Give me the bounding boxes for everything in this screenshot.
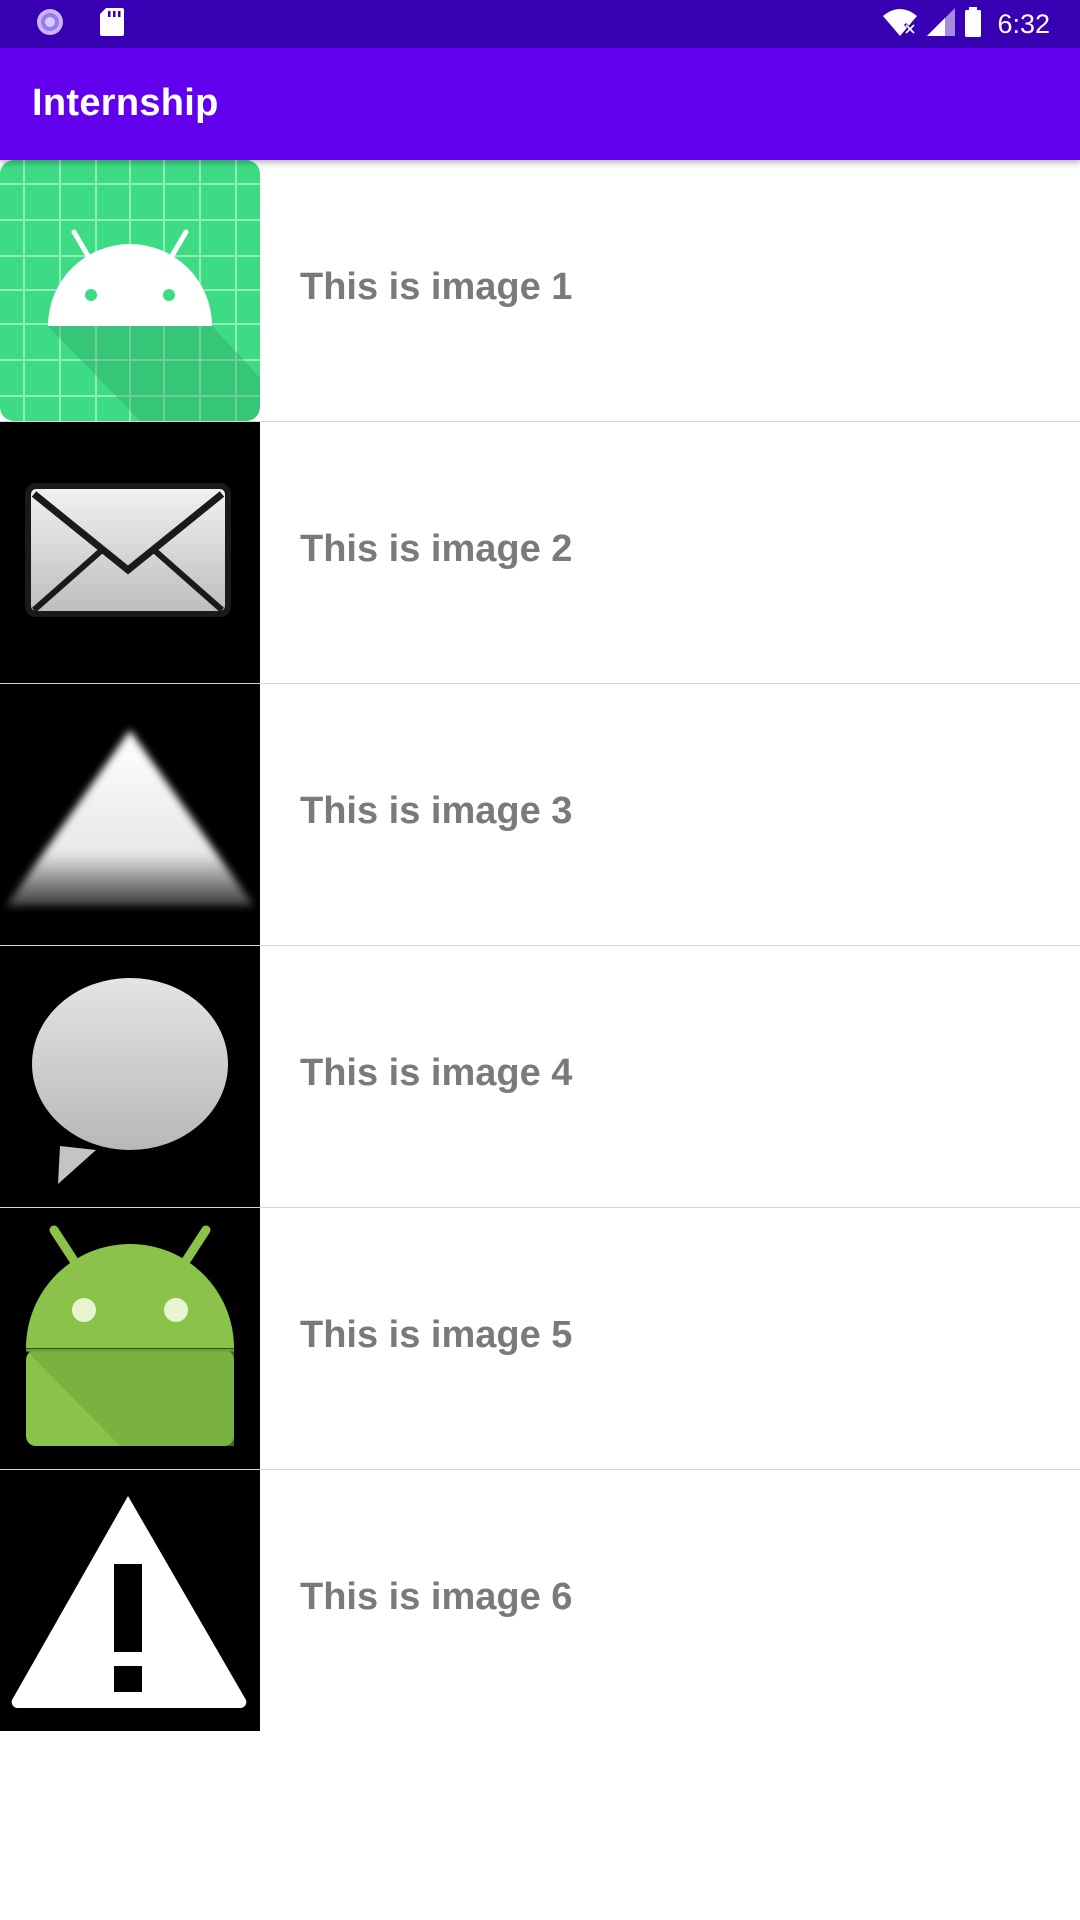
list-item-label: This is image 3: [300, 790, 573, 832]
list-item[interactable]: This is image 4: [0, 946, 1080, 1208]
list-item-label: This is image 5: [300, 1314, 573, 1356]
warning-icon: [0, 1470, 260, 1731]
list-item[interactable]: This is image 2: [0, 422, 1080, 684]
status-left-icons: [36, 7, 124, 41]
sd-card-icon: [100, 7, 124, 41]
app-indicator-icon: [36, 8, 64, 41]
list-item[interactable]: This is image 3: [0, 684, 1080, 946]
wifi-icon: [883, 8, 918, 41]
signal-icon: [927, 7, 956, 41]
status-right-icons: 6:32: [883, 6, 1050, 42]
list-item[interactable]: This is image 6: [0, 1470, 1080, 1732]
email-icon: [0, 422, 260, 683]
chat-bubble-icon: [0, 946, 260, 1207]
list-item-label: This is image 4: [300, 1052, 573, 1094]
triangle-up-icon: [0, 684, 260, 945]
list-item[interactable]: This is image 5: [0, 1208, 1080, 1470]
list-item-label: This is image 1: [300, 266, 573, 308]
android-launcher-icon: [0, 160, 260, 421]
list-item-label: This is image 2: [300, 528, 573, 570]
status-time: 6:32: [997, 8, 1050, 39]
image-list: This is image 1 This is image 2 This is …: [0, 160, 1080, 1732]
android-robot-icon: [0, 1208, 260, 1469]
app-bar: Internship: [0, 48, 1080, 160]
list-item[interactable]: This is image 1: [0, 160, 1080, 422]
list-item-label: This is image 6: [300, 1576, 573, 1618]
battery-icon: [965, 6, 982, 42]
status-bar: 6:32: [0, 0, 1080, 48]
page-title: Internship: [32, 82, 219, 124]
